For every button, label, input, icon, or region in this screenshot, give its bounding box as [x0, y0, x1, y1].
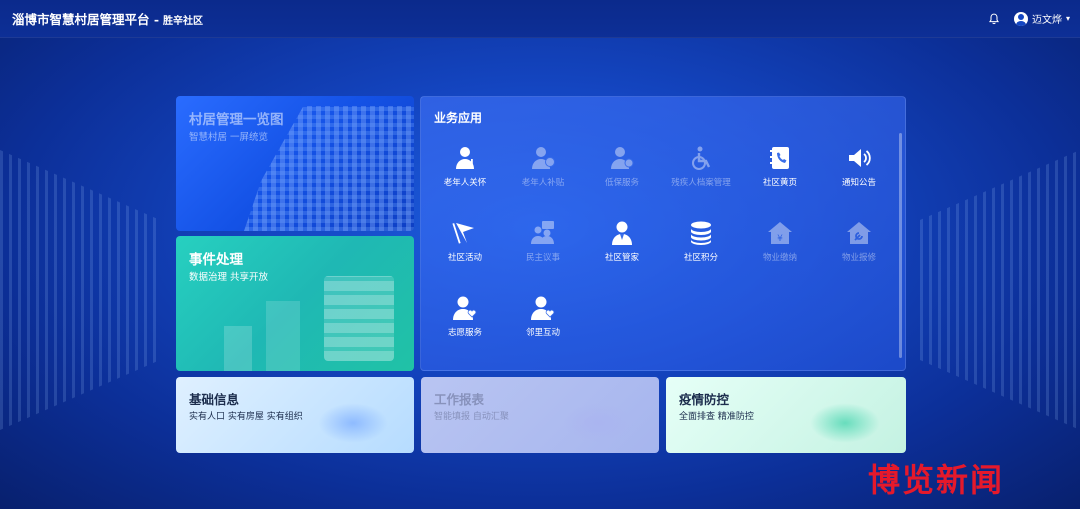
report-illustration [563, 403, 633, 443]
epidemic-subtitle: 全面排查 精准防控 [679, 412, 754, 422]
basic-info-card[interactable]: 基础信息 实有人口 实有房屋 实有组织 [176, 377, 414, 453]
app-disability-records[interactable]: 残疾人档案管理 [661, 145, 741, 188]
event-subtitle: 数据治理 共享开放 [189, 272, 269, 283]
brand: 淄博市智慧村居管理平台 - 胜辛社区 [12, 9, 203, 28]
apps-title: 业务应用 [434, 111, 483, 125]
epidemic-illustration [810, 403, 880, 443]
basic-info-subtitle: 实有人口 实有房屋 实有组织 [189, 412, 303, 422]
overview-title: 村居管理一览图 [189, 112, 284, 128]
volunteer-icon [453, 296, 477, 320]
overview-subtitle: 智慧村居 一屏统览 [189, 132, 269, 143]
watermark-text: 博览新闻 [868, 461, 1005, 499]
user-menu[interactable]: 迈文烨 ▾ [1013, 11, 1070, 26]
welfare-icon [611, 147, 634, 169]
app-elderly-subsidy[interactable]: 老年人补贴 [503, 145, 583, 188]
discussion-icon [531, 221, 554, 244]
business-apps-panel: 业务应用 老年人关怀 老年人补贴 低保服务 残疾人档案管理 社区黄页 通知公告 … [420, 96, 906, 371]
community-name[interactable]: 胜辛社区 [163, 12, 203, 27]
user-name: 迈文烨 [1031, 15, 1062, 26]
epidemic-control-card[interactable]: 疫情防控 全面排查 精准防控 [666, 377, 906, 453]
decorative-left-panel [0, 150, 160, 430]
avatar [1013, 11, 1028, 26]
decorative-right-panel [920, 150, 1080, 430]
server-stack-illustration [324, 276, 394, 361]
app-volunteer-service[interactable]: 志愿服务 [425, 295, 505, 338]
app-property-repair[interactable]: 物业报修 [819, 220, 899, 263]
bell-icon[interactable] [988, 13, 1000, 25]
overview-card[interactable]: 村居管理一览图 智慧村居 一屏统览 [176, 96, 414, 231]
work-report-subtitle: 智能填报 自动汇聚 [434, 412, 509, 422]
work-report-title: 工作报表 [434, 392, 485, 407]
app-property-payment[interactable]: ¥ 物业缴纳 [740, 220, 820, 263]
platform-title: 淄博市智慧村居管理平台 - [12, 12, 160, 27]
app-community-activities[interactable]: 社区活动 [425, 220, 505, 263]
decorative-bar [266, 301, 300, 371]
event-title: 事件处理 [189, 252, 243, 268]
decorative-bar [224, 326, 252, 371]
scrollbar[interactable] [899, 133, 902, 358]
chevron-down-icon: ▾ [1065, 14, 1070, 23]
cloud-illustration [318, 403, 388, 443]
wheelchair-icon [692, 146, 711, 170]
app-notices[interactable]: 通知公告 [819, 145, 899, 188]
epidemic-title: 疫情防控 [679, 392, 730, 407]
app-elderly-care[interactable]: 老年人关怀 [425, 145, 505, 188]
phonebook-icon [770, 147, 789, 169]
app-neighbor-interaction[interactable]: 邻里互动 [503, 295, 583, 338]
app-community-yellow-pages[interactable]: 社区黄页 [740, 145, 820, 188]
app-community-steward[interactable]: 社区管家 [582, 220, 662, 263]
app-community-points[interactable]: 社区积分 [661, 220, 741, 263]
svg-text:¥: ¥ [777, 234, 783, 244]
work-report-card[interactable]: 工作报表 智能填报 自动汇聚 [421, 377, 659, 453]
top-bar: 淄博市智慧村居管理平台 - 胜辛社区 迈文烨 ▾ [0, 0, 1080, 38]
app-democratic-discussion[interactable]: 民主议事 [503, 220, 583, 263]
property-payment-icon: ¥ [768, 222, 792, 244]
app-welfare-service[interactable]: 低保服务 [582, 145, 662, 188]
speaker-icon [849, 149, 871, 167]
repair-icon [847, 222, 871, 244]
steward-icon [612, 221, 632, 245]
neighbor-icon [531, 296, 555, 320]
flag-icon [452, 223, 474, 244]
elderly-icon [456, 147, 474, 169]
elderly-subsidy-icon [532, 147, 555, 169]
coins-icon [691, 221, 711, 245]
event-card[interactable]: 事件处理 数据治理 共享开放 [176, 236, 414, 371]
basic-info-title: 基础信息 [189, 392, 240, 407]
